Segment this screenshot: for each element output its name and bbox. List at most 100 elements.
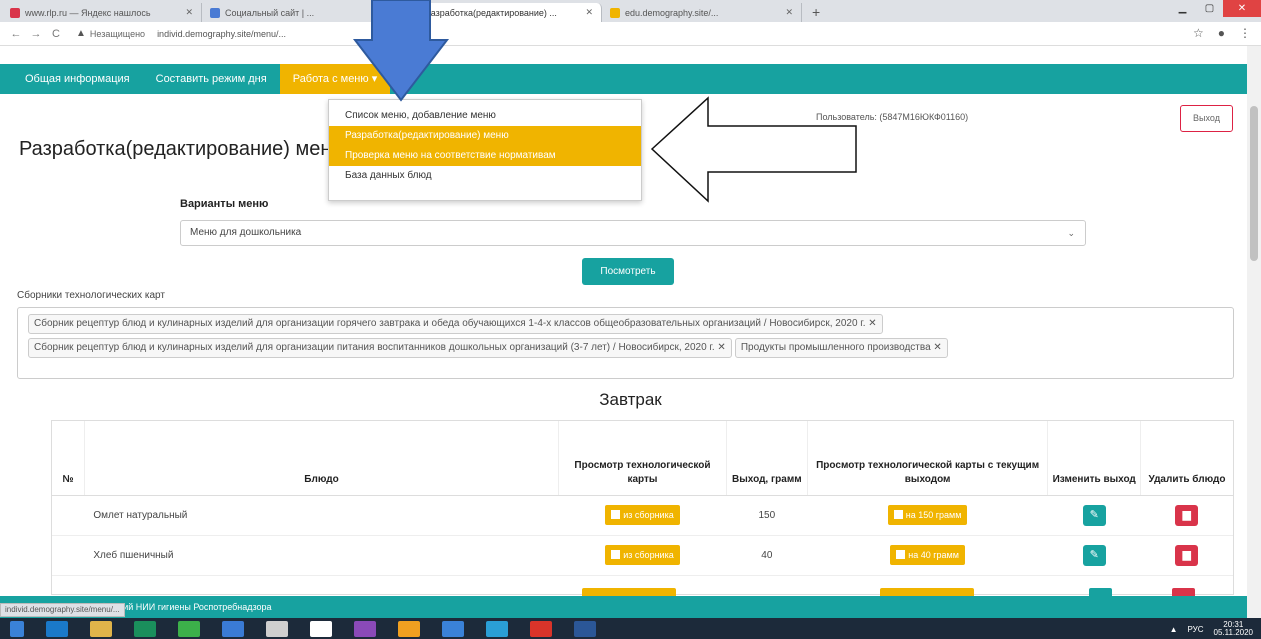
close-tab-icon[interactable]: ✕	[585, 7, 593, 18]
view-current-card-button[interactable]: на 40 грамм	[890, 545, 965, 565]
app-navbar: Общая информация Составить режим дня Раб…	[0, 64, 1247, 94]
browser-tab-strip: www.rlp.ru — Яндекс нашлось ✕ Социальный…	[0, 0, 1261, 22]
new-tab-button[interactable]: +	[802, 3, 830, 22]
dropdown-item-menu-edit[interactable]: Разработка(редактирование) меню	[329, 126, 641, 146]
pdf-reader-icon[interactable]	[530, 620, 552, 637]
nav-item-menu-work[interactable]: Работа с меню ▾	[279, 64, 391, 94]
minimize-icon[interactable]: ▁	[1169, 0, 1196, 17]
column-header: Выход, грамм	[726, 421, 808, 496]
view-card-button[interactable]: из сборника	[605, 505, 680, 525]
bookmark-star-icon[interactable]: ☆	[1193, 26, 1204, 40]
network-icon[interactable]: ▲	[1170, 625, 1178, 634]
document-icon	[611, 510, 621, 519]
app-icon[interactable]	[398, 620, 420, 637]
close-tab-icon[interactable]: ✕	[385, 7, 393, 18]
back-icon[interactable]: ←	[8, 28, 24, 40]
delete-dish-button[interactable]: ▆	[1175, 544, 1199, 566]
account-icon[interactable]: ●	[1218, 26, 1225, 40]
security-label[interactable]: Незащищено	[90, 29, 145, 39]
scrollbar-thumb[interactable]	[1250, 106, 1258, 261]
home-icon[interactable]	[310, 620, 332, 637]
trash-icon: ▆	[1182, 508, 1191, 521]
store-icon[interactable]	[134, 620, 156, 637]
collection-chip[interactable]: Продукты промышленного производства ✕	[734, 338, 948, 358]
page-footer: © 2020 ФБУН Новосибирский НИИ гигиены Ро…	[0, 596, 1247, 618]
collections-multiselect[interactable]: Сборник рецептур блюд и кулинарных издел…	[17, 307, 1234, 379]
button-label: из сборника	[623, 550, 674, 560]
dishes-table: № Блюдо Просмотр технологической карты В…	[51, 420, 1234, 595]
column-header: Удалить блюдо	[1140, 421, 1233, 496]
collections-label: Сборники технологических карт	[17, 290, 165, 301]
view-button[interactable]: Посмотреть	[582, 258, 674, 285]
collection-chip[interactable]: Сборник рецептур блюд и кулинарных издел…	[28, 314, 883, 334]
nav-item-daily-schedule[interactable]: Составить режим дня	[143, 64, 280, 94]
start-icon[interactable]	[10, 620, 24, 637]
maximize-icon[interactable]: ▢	[1196, 0, 1223, 17]
close-tab-icon[interactable]: ✕	[185, 7, 193, 18]
clock[interactable]: 20:31 05.11.2020	[1214, 621, 1253, 637]
url-field[interactable]: individ.demography.site/menu/...	[157, 29, 286, 39]
windows-taskbar: ▲ РУС 20:31 05.11.2020	[0, 618, 1261, 639]
app-icon[interactable]	[222, 620, 244, 637]
dish-name: Омлет натуральный	[84, 495, 559, 536]
nav-item-general-info[interactable]: Общая информация	[12, 64, 143, 94]
file-explorer-icon[interactable]	[90, 620, 112, 637]
dish-yield: 40	[726, 535, 808, 576]
mail-icon[interactable]	[354, 620, 376, 637]
forward-icon[interactable]: →	[28, 28, 44, 40]
word-icon[interactable]	[574, 620, 596, 637]
close-tab-icon[interactable]: ✕	[785, 7, 793, 18]
logout-button[interactable]: Выход	[1180, 105, 1233, 132]
menu-dropdown: Список меню, добавление меню Разработка(…	[328, 99, 642, 201]
reload-icon[interactable]: C	[48, 28, 64, 40]
document-icon	[611, 550, 621, 559]
row-number	[52, 535, 85, 576]
browser-menu-icon[interactable]: ⋮	[1239, 26, 1251, 40]
page-title: Разработка(редактирование) меню	[19, 138, 347, 160]
menu-variant-select[interactable]: Меню для дошкольника ⌄	[180, 220, 1086, 246]
column-header: №	[52, 421, 85, 496]
tab-title: Разработка(редактирование) ...	[425, 7, 557, 18]
warning-icon[interactable]: ▲	[76, 28, 86, 39]
button-label: на 150 грамм	[905, 510, 962, 520]
view-card-button[interactable]: из сборника	[605, 545, 680, 565]
tab-title: edu.demography.site/...	[625, 7, 719, 18]
column-header: Просмотр технологической карты с текущим…	[807, 421, 1049, 496]
edge-icon[interactable]	[46, 620, 68, 637]
language-indicator[interactable]: РУС	[1188, 625, 1204, 634]
user-label: Пользователь: (5847М16ЮКФ01160)	[816, 112, 969, 122]
window-close-icon[interactable]: ✕	[1223, 0, 1261, 17]
collection-chip[interactable]: Сборник рецептур блюд и кулинарных издел…	[28, 338, 732, 358]
system-tray: ▲ РУС 20:31 05.11.2020	[1170, 621, 1253, 637]
variants-label: Варианты меню	[180, 198, 269, 210]
browser-status-url: individ.demography.site/menu/...	[0, 603, 125, 617]
delete-dish-button[interactable]: ▆	[1175, 504, 1199, 526]
browser-tab[interactable]: edu.demography.site/... ✕	[602, 3, 802, 22]
chevron-down-icon: ⌄	[1067, 228, 1075, 238]
dropdown-item-menu-check[interactable]: Проверка меню на соответствие нормативам	[329, 146, 641, 166]
favicon-icon	[610, 7, 620, 18]
dish-yield: 150	[726, 495, 808, 536]
document-icon	[896, 550, 906, 559]
document-app-icon[interactable]	[266, 620, 288, 637]
app-icon[interactable]	[178, 620, 200, 637]
view-current-card-button[interactable]: на 150 грамм	[887, 505, 968, 525]
edit-yield-button[interactable]: ✎	[1082, 544, 1106, 566]
row-number	[52, 495, 85, 536]
browser-tab-active[interactable]: Разработка(редактирование) ... ✕	[402, 3, 602, 22]
browser-tab[interactable]: Социальный сайт | ... ✕	[202, 3, 402, 22]
browser-tab[interactable]: www.rlp.ru — Яндекс нашлось ✕	[2, 3, 202, 22]
edit-yield-button[interactable]: ✎	[1082, 504, 1106, 526]
table-header-row: № Блюдо Просмотр технологической карты В…	[52, 421, 1233, 496]
button-label: на 40 грамм	[908, 550, 959, 560]
chrome-icon[interactable]	[442, 620, 464, 637]
favicon-icon	[210, 7, 220, 18]
pencil-icon: ✎	[1089, 508, 1099, 521]
dropdown-item-menu-list[interactable]: Список меню, добавление меню	[329, 106, 641, 126]
skype-icon[interactable]	[486, 620, 508, 637]
tab-title: www.rlp.ru — Яндекс нашлось	[25, 7, 151, 18]
dropdown-item-dish-database[interactable]: База данных блюд	[329, 166, 641, 186]
page-scrollbar[interactable]	[1247, 46, 1261, 618]
pencil-icon: ✎	[1089, 548, 1099, 561]
table-row: Хлеб пшеничный из сборника 40 на 40 грам…	[52, 535, 1233, 576]
